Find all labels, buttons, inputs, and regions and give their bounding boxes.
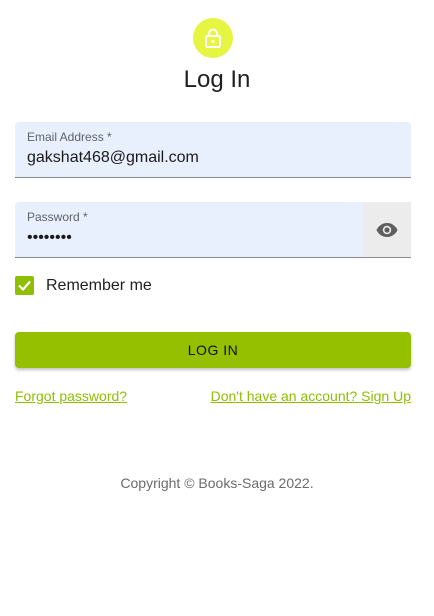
password-input[interactable]: •••••••• <box>27 229 367 247</box>
signup-link[interactable]: Don't have an account? Sign Up <box>211 388 411 404</box>
toggle-password-visibility-button[interactable] <box>363 202 411 257</box>
email-field[interactable]: Email Address * <box>15 122 411 178</box>
page-title: Log In <box>183 66 251 93</box>
password-field[interactable]: Password * •••••••• <box>15 202 411 258</box>
eye-icon <box>376 222 398 237</box>
forgot-password-link[interactable]: Forgot password? <box>15 388 127 404</box>
checkmark-icon <box>18 280 31 292</box>
remember-me-label: Remember me <box>46 276 152 294</box>
email-label: Email Address * <box>27 130 112 144</box>
copyright-text: Copyright © Books-Saga 2022. <box>120 475 314 491</box>
login-button[interactable]: LOG IN <box>15 332 411 368</box>
email-input[interactable] <box>27 149 367 167</box>
lock-avatar <box>193 18 233 58</box>
remember-me-checkbox[interactable] <box>15 276 34 295</box>
password-label: Password * <box>27 210 88 224</box>
lock-icon <box>205 28 221 48</box>
remember-me-row[interactable]: Remember me <box>15 276 152 295</box>
